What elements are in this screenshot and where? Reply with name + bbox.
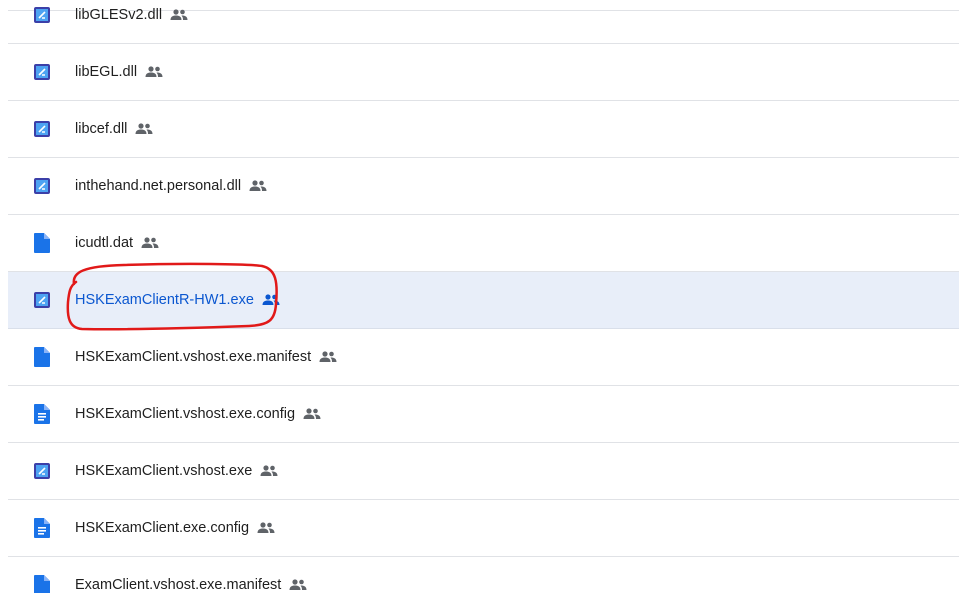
file-row[interactable]: libGLESv2.dll <box>8 0 959 44</box>
shared-users-icon <box>260 465 278 476</box>
document-file-icon <box>34 404 50 424</box>
file-icon <box>34 575 50 593</box>
executable-file-icon <box>34 64 50 80</box>
file-name: ExamClient.vshost.exe.manifest <box>75 577 282 593</box>
file-name-container: libcef.dll <box>75 121 153 137</box>
file-name-container: HSKExamClient.vshost.exe <box>75 463 278 479</box>
file-row[interactable]: icudtl.dat <box>8 215 959 272</box>
shared-users-icon <box>170 9 188 20</box>
file-name: libEGL.dll <box>75 64 138 80</box>
file-name-container: icudtl.dat <box>75 235 159 251</box>
file-name: HSKExamClient.vshost.exe <box>75 463 253 479</box>
shared-users-icon <box>249 180 267 191</box>
file-row[interactable]: inthehand.net.personal.dll <box>8 158 959 215</box>
shared-users-icon <box>135 123 153 134</box>
file-name-container: HSKExamClientR-HW1.exe <box>75 292 280 308</box>
file-row[interactable]: ExamClient.vshost.exe.manifest <box>8 557 959 593</box>
shared-users-icon <box>289 579 307 590</box>
shared-users-icon <box>319 351 337 362</box>
file-name: icudtl.dat <box>75 235 134 251</box>
file-name-container: libGLESv2.dll <box>75 7 188 23</box>
shared-users-icon <box>303 408 321 419</box>
file-row[interactable]: HSKExamClient.exe.config <box>8 500 959 557</box>
file-list: libGLESv2.dll libEGL.dll libcef.dll inth… <box>0 0 959 593</box>
file-name: HSKExamClientR-HW1.exe <box>75 292 254 308</box>
file-name: libGLESv2.dll <box>75 7 163 23</box>
file-name: libcef.dll <box>75 121 128 137</box>
file-name-container: HSKExamClient.vshost.exe.manifest <box>75 349 337 365</box>
shared-users-icon <box>257 522 275 533</box>
executable-file-icon <box>34 178 50 194</box>
file-row-selected[interactable]: HSKExamClientR-HW1.exe <box>8 272 959 329</box>
file-name-container: ExamClient.vshost.exe.manifest <box>75 577 307 593</box>
file-row[interactable]: HSKExamClient.vshost.exe <box>8 443 959 500</box>
document-file-icon <box>34 518 50 538</box>
executable-file-icon <box>34 7 50 23</box>
shared-users-icon <box>262 294 280 305</box>
file-name: HSKExamClient.vshost.exe.config <box>75 406 296 422</box>
file-name-container: libEGL.dll <box>75 64 163 80</box>
file-name: HSKExamClient.vshost.exe.manifest <box>75 349 312 365</box>
file-name-container: inthehand.net.personal.dll <box>75 178 267 194</box>
file-name-container: HSKExamClient.vshost.exe.config <box>75 406 321 422</box>
file-row[interactable]: libcef.dll <box>8 101 959 158</box>
file-row[interactable]: HSKExamClient.vshost.exe.manifest <box>8 329 959 386</box>
executable-file-icon <box>34 121 50 137</box>
file-row[interactable]: libEGL.dll <box>8 44 959 101</box>
executable-file-icon <box>34 463 50 479</box>
shared-users-icon <box>145 66 163 77</box>
file-name: HSKExamClient.exe.config <box>75 520 250 536</box>
shared-users-icon <box>141 237 159 248</box>
file-name: inthehand.net.personal.dll <box>75 178 242 194</box>
file-row[interactable]: HSKExamClient.vshost.exe.config <box>8 386 959 443</box>
file-icon <box>34 233 50 253</box>
file-name-container: HSKExamClient.exe.config <box>75 520 275 536</box>
executable-file-icon <box>34 292 50 308</box>
file-icon <box>34 347 50 367</box>
